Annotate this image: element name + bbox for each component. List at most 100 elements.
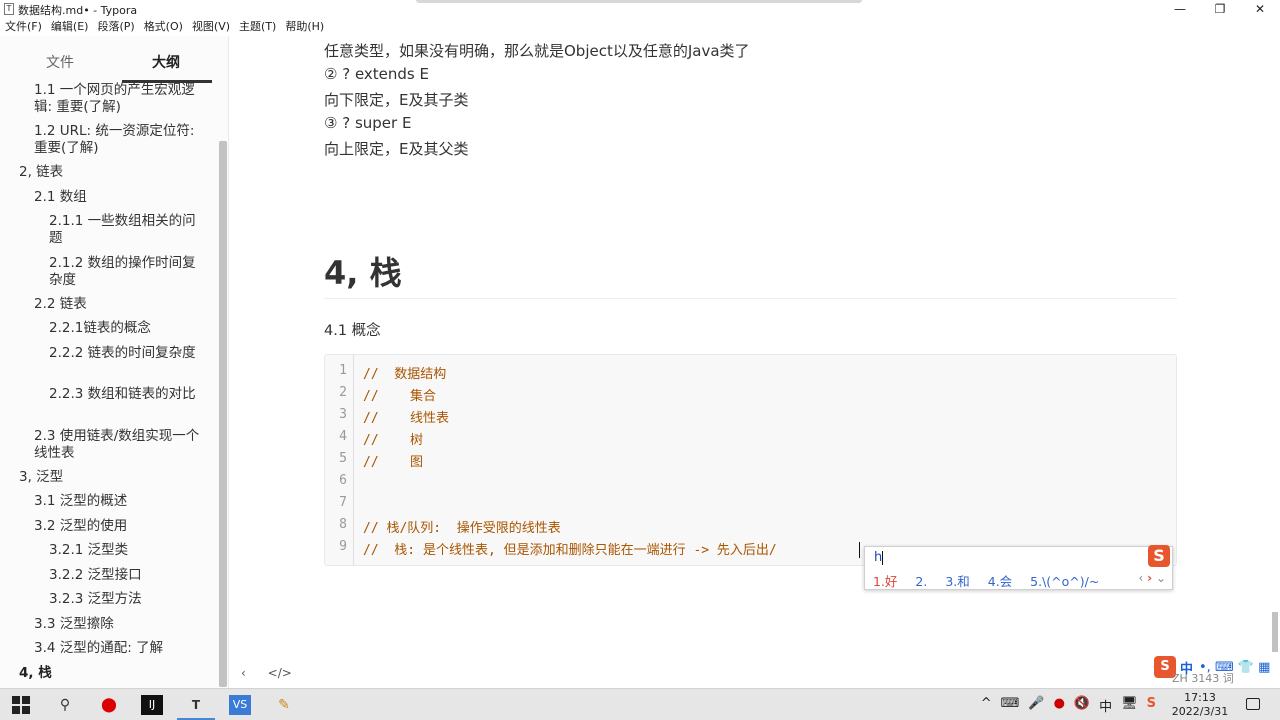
volume-muted-icon[interactable]: 🔇 bbox=[1074, 696, 1090, 715]
outline-item[interactable]: 2.1.1 一些数组相关的问题 bbox=[49, 213, 199, 247]
line-number: 7 bbox=[339, 495, 347, 510]
menu-theme[interactable]: 主题(T) bbox=[239, 18, 276, 36]
editor-area[interactable]: 任意类型，如果没有明确，那么就是Object以及任意的Java类了 ② ? ex… bbox=[230, 36, 1278, 688]
line-number: 1 bbox=[339, 363, 347, 378]
outline-item[interactable]: 3.2 泛型的使用 bbox=[34, 518, 204, 535]
ime-candidate[interactable]: 4.会 bbox=[988, 574, 1012, 589]
window-controls: — ❐ ✕ bbox=[1160, 0, 1280, 18]
code-line: 7 bbox=[325, 495, 1176, 517]
sogou-logo-icon: S bbox=[1148, 545, 1170, 567]
sidebar-tabs: 文件 大纲 bbox=[0, 44, 229, 83]
typora-icon[interactable]: T bbox=[185, 695, 207, 715]
outline-item[interactable]: 3.3 泛型擦除 bbox=[34, 616, 204, 633]
window-snap-hint bbox=[416, 0, 862, 3]
line-number: 9 bbox=[339, 539, 347, 554]
tab-files[interactable]: 文件 bbox=[46, 52, 74, 72]
code-text: // 线性表 bbox=[363, 411, 449, 426]
heading-h2: 4.1 概念 bbox=[324, 323, 381, 339]
word-count-label: 3143 词 bbox=[1191, 672, 1234, 685]
window-title: 数据结构.md• - Typora bbox=[18, 4, 138, 17]
microphone-icon[interactable]: 🎤 bbox=[1028, 696, 1044, 715]
paint-icon[interactable]: ✎ bbox=[273, 695, 295, 715]
menu-format[interactable]: 格式(O) bbox=[144, 18, 183, 36]
outline-item[interactable]: 3.4 泛型的通配: 了解 bbox=[34, 640, 204, 657]
typora-app-icon: T bbox=[4, 3, 14, 15]
ime-candidate[interactable]: 1.好 bbox=[873, 574, 897, 589]
sogou-tray-icon[interactable]: S bbox=[1147, 696, 1156, 715]
search-icon[interactable]: ⚲ bbox=[54, 695, 76, 715]
restore-button[interactable]: ❐ bbox=[1200, 0, 1240, 18]
outline-item[interactable]: 3, 泛型 bbox=[19, 469, 209, 486]
notification-icon[interactable] bbox=[1246, 698, 1260, 710]
intellij-icon[interactable]: IJ bbox=[141, 695, 163, 715]
line-number: 5 bbox=[339, 451, 347, 466]
keyboard-icon[interactable]: ⌨ bbox=[1001, 696, 1020, 715]
record-icon[interactable]: ⬤ bbox=[98, 695, 120, 715]
clock[interactable]: 17:13 2022/3/31 bbox=[1168, 691, 1232, 719]
line-number: 2 bbox=[339, 385, 347, 400]
tab-outline[interactable]: 大纲 bbox=[152, 52, 180, 72]
menu-view[interactable]: 视图(V) bbox=[192, 18, 230, 36]
ime-page-nav: ‹ › ⌄ bbox=[1139, 571, 1166, 585]
code-line: 1 // 数据结构 bbox=[325, 363, 1176, 385]
outline-item[interactable]: 2.3 使用链表/数组实现一个线性表 bbox=[34, 428, 204, 462]
ime-tray-icon[interactable]: 中 bbox=[1099, 696, 1112, 715]
line-number: 6 bbox=[339, 473, 347, 488]
ime-composition: h bbox=[874, 550, 883, 565]
minimize-button[interactable]: — bbox=[1160, 0, 1200, 18]
windows-start-icon[interactable] bbox=[12, 696, 30, 714]
ime-next-icon[interactable]: › bbox=[1147, 571, 1152, 585]
outline-item-active[interactable]: 4, 栈 bbox=[19, 665, 209, 682]
outline-item[interactable]: 3.2.1 泛型类 bbox=[49, 542, 199, 559]
outline-item[interactable]: 2.2.1链表的概念 bbox=[49, 320, 199, 337]
recording-tray-icon[interactable]: ● bbox=[1054, 696, 1065, 715]
heading-h1: 4, 栈 bbox=[324, 254, 402, 292]
line-number: 4 bbox=[339, 429, 347, 444]
menu-paragraph[interactable]: 段落(P) bbox=[97, 18, 134, 36]
ime-candidates: 1.好 2. 3.和 4.会 5.\(^o^)/~ bbox=[873, 571, 1113, 590]
outline-item[interactable]: 3.2.3 泛型方法 bbox=[49, 591, 199, 608]
menu-file[interactable]: 文件(F) bbox=[5, 18, 42, 36]
code-text: // 图 bbox=[363, 455, 423, 470]
network-icon[interactable]: 🖥 bbox=[1121, 696, 1138, 715]
paragraph: 向上限定，E及其父类 bbox=[324, 140, 469, 158]
outline-item[interactable]: 3.2.2 泛型接口 bbox=[49, 567, 199, 584]
code-line: 4 // 树 bbox=[325, 429, 1176, 451]
paragraph: 向下限定，E及其子类 bbox=[324, 91, 469, 109]
outline-item[interactable]: 3.1 泛型的概述 bbox=[34, 493, 204, 510]
close-button[interactable]: ✕ bbox=[1240, 0, 1280, 18]
windows-taskbar: ⚲ ⬤ IJ T VS ✎ ^ ⌨ 🎤 ● 🔇 中 🖥 S 17:13 2022… bbox=[0, 688, 1280, 720]
editor-scrollbar[interactable] bbox=[1272, 612, 1278, 652]
ime-candidate-window: h S 1.好 2. 3.和 4.会 5.\(^o^)/~ ‹ › ⌄ bbox=[864, 545, 1173, 590]
heading-divider bbox=[324, 298, 1177, 299]
word-count[interactable]: ZH 3143 词 bbox=[1172, 670, 1234, 686]
menu-bar: 文件(F) 编辑(E) 段落(P) 格式(O) 视图(V) 主题(T) 帮助(H… bbox=[0, 18, 1280, 36]
outline-item[interactable]: 2.1.2 数组的操作时间复杂度 bbox=[49, 255, 199, 289]
paragraph: ③ ? super E bbox=[324, 114, 412, 132]
code-line: 3 // 线性表 bbox=[325, 407, 1176, 429]
outline-item[interactable]: 2.2 链表 bbox=[34, 296, 204, 313]
outline-item[interactable]: 2.2.2 链表的时间复杂度 bbox=[49, 345, 199, 362]
code-text: // 集合 bbox=[363, 389, 436, 404]
outline-item[interactable]: 1.2 URL: 统一资源定位符: 重要(了解) bbox=[34, 123, 204, 157]
ime-lang-short: ZH bbox=[1172, 672, 1188, 685]
code-line: 2 // 集合 bbox=[325, 385, 1176, 407]
line-number: 8 bbox=[339, 517, 347, 532]
sidebar-scrollbar[interactable] bbox=[219, 141, 227, 687]
code-text: // 数据结构 bbox=[363, 367, 447, 382]
outline-item[interactable]: 1.1 一个网页的产生宏观逻辑: 重要(了解) bbox=[34, 82, 204, 116]
vscode-icon[interactable]: VS bbox=[229, 695, 251, 715]
ime-candidate[interactable]: 2. bbox=[915, 574, 931, 589]
outline-item[interactable]: 2.2.3 数组和链表的对比 bbox=[49, 386, 199, 403]
tray-expand-icon[interactable]: ^ bbox=[981, 696, 992, 715]
ime-prev-icon[interactable]: ‹ bbox=[1139, 571, 1144, 585]
system-tray: ^ ⌨ 🎤 ● 🔇 中 🖥 S bbox=[981, 696, 1156, 715]
ime-candidate[interactable]: 5.\(^o^)/~ bbox=[1030, 574, 1099, 589]
ime-candidate[interactable]: 3.和 bbox=[945, 574, 969, 589]
code-block[interactable]: 1// 数据结构 2// 集合 3// 线性表 4// 树 5// 图 6 7 … bbox=[324, 354, 1177, 566]
outline-item[interactable]: 2, 链表 bbox=[19, 164, 209, 181]
ime-expand-icon[interactable]: ⌄ bbox=[1156, 571, 1166, 585]
outline-item[interactable]: 2.1 数组 bbox=[34, 189, 204, 206]
menu-help[interactable]: 帮助(H) bbox=[285, 18, 324, 36]
menu-edit[interactable]: 编辑(E) bbox=[51, 18, 89, 36]
